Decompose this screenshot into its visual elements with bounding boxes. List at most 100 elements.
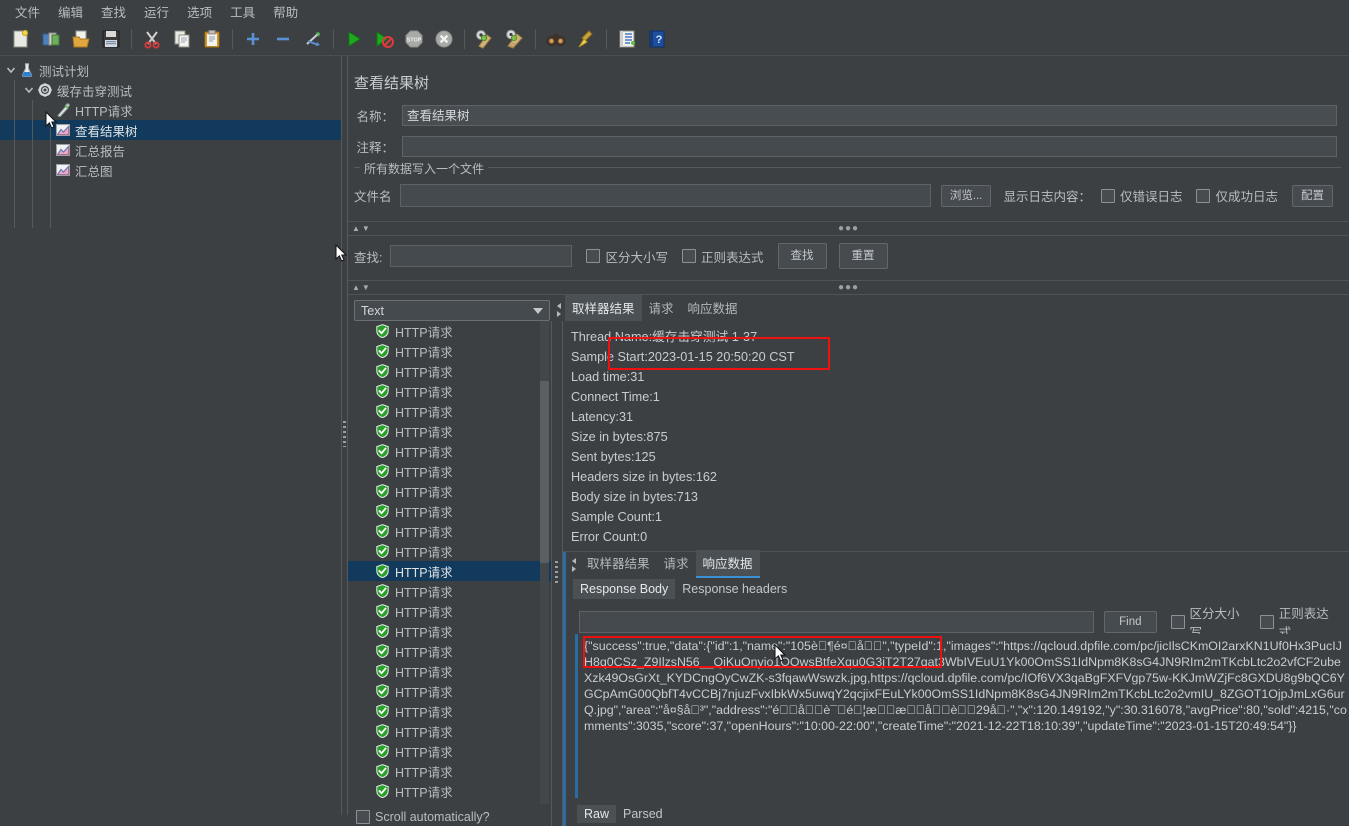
list-item[interactable]: HTTP请求 xyxy=(348,401,551,421)
resp-tab-request[interactable]: 请求 xyxy=(657,550,696,576)
raw-parsed-tabs[interactable]: Raw Parsed xyxy=(577,805,670,823)
tab-scroll-left-icon[interactable] xyxy=(556,303,561,309)
start-no-pauses-icon[interactable] xyxy=(371,26,397,52)
filename-input[interactable] xyxy=(399,184,931,207)
binoculars-search-icon[interactable] xyxy=(543,26,569,52)
tree-node-thread-group[interactable]: 缓存击穿测试 xyxy=(0,80,341,100)
result-tabs[interactable]: 取样器结果 请求 响应数据 xyxy=(565,295,745,323)
list-item[interactable]: HTTP请求 xyxy=(348,581,551,601)
chevron-down-icon[interactable] xyxy=(6,65,16,75)
start-play-icon[interactable] xyxy=(341,26,367,52)
result-list-scrollbar[interactable] xyxy=(540,381,549,563)
name-input[interactable]: 查看结果树 xyxy=(402,105,1337,126)
list-item[interactable]: HTTP请求 xyxy=(348,641,551,661)
list-item[interactable]: HTTP请求 xyxy=(348,441,551,461)
plus-icon[interactable] xyxy=(240,26,266,52)
new-file-icon[interactable] xyxy=(8,26,34,52)
list-item[interactable]: HTTP请求 xyxy=(348,681,551,701)
tab-response-data[interactable]: 响应数据 xyxy=(681,295,745,321)
search-case-sensitive-checkbox[interactable]: 区分大小写 xyxy=(586,247,668,266)
list-item[interactable]: HTTP请求 xyxy=(348,381,551,401)
list-item[interactable]: HTTP请求 xyxy=(348,421,551,441)
menu-options[interactable]: 选项 xyxy=(178,0,221,23)
tab-scroll-left-icon[interactable] xyxy=(571,558,576,564)
tab-scroll-right-icon[interactable] xyxy=(571,566,576,572)
response-find-button[interactable]: Find xyxy=(1104,611,1157,633)
list-item[interactable]: HTTP请求 xyxy=(348,521,551,541)
paste-clipboard-icon[interactable] xyxy=(199,26,225,52)
tree-panel-splitter[interactable] xyxy=(341,56,348,815)
list-item[interactable]: HTTP请求 xyxy=(348,361,551,381)
menu-run[interactable]: 运行 xyxy=(135,0,178,23)
clear-all-broom-icon[interactable] xyxy=(502,26,528,52)
tree-node-test-plan[interactable]: 测试计划 xyxy=(0,60,341,80)
list-item[interactable]: HTTP请求 xyxy=(348,321,551,341)
cut-scissors-icon[interactable] xyxy=(139,26,165,52)
copy-icon[interactable] xyxy=(169,26,195,52)
response-find-input[interactable] xyxy=(579,611,1095,633)
function-helper-icon[interactable] xyxy=(614,26,640,52)
list-item[interactable]: HTTP请求 xyxy=(348,621,551,641)
parsed-tab[interactable]: Parsed xyxy=(616,805,670,823)
render-select[interactable]: Text xyxy=(354,300,550,321)
raw-tab[interactable]: Raw xyxy=(577,805,617,823)
splitter-arrows[interactable]: ▲▼ xyxy=(348,224,372,233)
list-item[interactable]: HTTP请求 xyxy=(348,661,551,681)
menu-edit[interactable]: 编辑 xyxy=(49,0,92,23)
list-item[interactable]: HTTP请求 xyxy=(348,741,551,761)
configure-button[interactable]: 配置 xyxy=(1292,184,1333,207)
search-regex-checkbox[interactable]: 正则表达式 xyxy=(682,247,764,266)
errors-only-checkbox[interactable]: 仅错误日志 xyxy=(1100,186,1182,205)
reset-broom-icon[interactable] xyxy=(573,26,599,52)
subtab-response-headers[interactable]: Response headers xyxy=(675,579,794,599)
success-only-checkbox[interactable]: 仅成功日志 xyxy=(1196,186,1278,205)
tree-node-aggregate-graph[interactable]: 汇总图 xyxy=(0,160,341,180)
scroll-automatically-checkbox[interactable]: Scroll automatically? xyxy=(356,810,490,824)
browse-button[interactable]: 浏览... xyxy=(940,184,992,207)
menu-help[interactable]: 帮助 xyxy=(264,0,307,23)
list-item[interactable]: HTTP请求 xyxy=(348,781,551,801)
shutdown-icon[interactable] xyxy=(431,26,457,52)
menu-file[interactable]: 文件 xyxy=(6,0,49,23)
list-item[interactable]: HTTP请求 xyxy=(348,721,551,741)
list-item[interactable]: HTTP请求 xyxy=(348,701,551,721)
subtab-response-body[interactable]: Response Body xyxy=(573,579,676,599)
search-input[interactable] xyxy=(390,245,573,267)
resp-tab-response-data[interactable]: 响应数据 xyxy=(695,550,760,578)
tree-node-http-request[interactable]: HTTP请求 xyxy=(0,100,341,120)
splitter-bar-top[interactable]: ▲▼ ●●● xyxy=(348,221,1349,236)
comment-input[interactable] xyxy=(402,136,1337,157)
list-item[interactable]: HTTP请求 xyxy=(348,481,551,501)
list-item[interactable]: HTTP请求 xyxy=(348,561,551,581)
save-disk-icon[interactable] xyxy=(98,26,124,52)
menu-tools[interactable]: 工具 xyxy=(221,0,264,23)
tree-node-view-results-tree[interactable]: 查看结果树 xyxy=(0,120,341,140)
tab-sampler-result[interactable]: 取样器结果 xyxy=(565,295,642,323)
splitter-arrows[interactable]: ▲▼ xyxy=(348,283,372,292)
splitter-bar-middle[interactable]: ▲▼ ●●● xyxy=(348,280,1349,295)
tree-node-summary-report[interactable]: 汇总报告 xyxy=(0,140,341,160)
result-list[interactable]: HTTP请求 HTTP请求 HTTP请求 HTTP请求 HTTP请求 HTTP请求 HTTP… xyxy=(348,321,551,804)
tab-scroll-right-icon[interactable] xyxy=(556,311,561,317)
list-item[interactable]: HTTP请求 xyxy=(348,461,551,481)
menu-search[interactable]: 查找 xyxy=(92,0,135,23)
open-folder-icon[interactable] xyxy=(68,26,94,52)
list-item[interactable]: HTTP请求 xyxy=(348,501,551,521)
tab-request[interactable]: 请求 xyxy=(642,295,681,321)
find-button[interactable]: 查找 xyxy=(777,243,827,269)
list-item[interactable]: HTTP请求 xyxy=(348,541,551,561)
templates-icon[interactable] xyxy=(38,26,64,52)
clear-broom-icon[interactable] xyxy=(472,26,498,52)
result-list-splitter[interactable] xyxy=(551,321,563,826)
response-subtabs[interactable]: Response Body Response headers xyxy=(563,576,1349,599)
list-item[interactable]: HTTP请求 xyxy=(348,801,551,804)
test-plan-tree[interactable]: 测试计划 缓存击穿测试 HTTP请求 查看结果树 汇总报告 汇总图 xyxy=(0,56,341,180)
minus-icon[interactable] xyxy=(270,26,296,52)
list-item[interactable]: HTTP请求 xyxy=(348,601,551,621)
toggle-icon[interactable] xyxy=(300,26,326,52)
tab-scroll-arrows[interactable] xyxy=(554,299,563,321)
chevron-down-icon[interactable] xyxy=(24,85,34,95)
resp-tab-scroll-arrows[interactable] xyxy=(569,554,578,576)
help-book-icon[interactable]: ? xyxy=(644,26,670,52)
response-body-box[interactable]: {"success":true,"data":{"id":1,"name":"1… xyxy=(575,634,1349,798)
